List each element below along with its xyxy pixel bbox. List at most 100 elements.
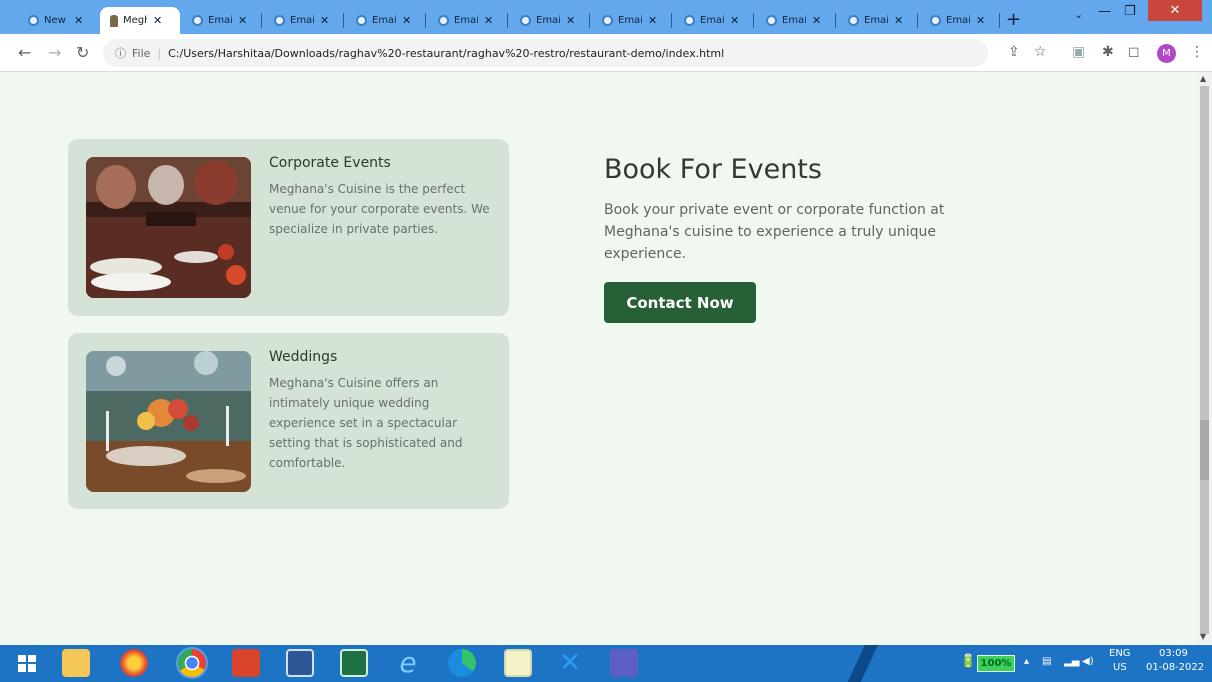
clock-time[interactable]: 03:09 <box>1159 648 1188 659</box>
tab-favicon-icon <box>684 15 695 26</box>
battery-plug-icon[interactable]: 🔋 <box>960 654 976 669</box>
language-label[interactable]: ENG <box>1109 648 1131 659</box>
extensions-puzzle-icon[interactable]: ✱ <box>1102 44 1114 60</box>
address-divider: | <box>157 46 162 60</box>
tab-email[interactable]: Email ✕ <box>838 7 918 34</box>
tab-close-icon[interactable]: ✕ <box>153 14 162 27</box>
tab-meghanas[interactable]: Megh ✕ <box>100 7 180 34</box>
browser-toolbar: ← → ↻ ⓘ File | C:/Users/Harshitaa/Downlo… <box>0 34 1212 72</box>
tab-favicon-icon <box>192 15 203 26</box>
tab-email[interactable]: Email ✕ <box>674 7 754 34</box>
tab-favicon-icon <box>110 14 118 27</box>
network-icon[interactable]: ▤ <box>1042 656 1051 667</box>
tab-title: Email <box>700 15 724 26</box>
taskbar-decoration <box>830 645 900 682</box>
weddings-text: Meghana's Cuisine offers an intimately u… <box>269 376 463 470</box>
tab-close-icon[interactable]: ✕ <box>976 14 985 27</box>
battery-level[interactable]: 100% <box>977 655 1015 672</box>
tab-favicon-icon <box>602 15 613 26</box>
tray-chevron-icon[interactable]: ▴ <box>1024 656 1029 667</box>
page-viewport: Corporate Events Meghana's Cuisine is th… <box>0 72 1197 645</box>
tab-favicon-icon <box>438 15 449 26</box>
tab-email[interactable]: Email ✕ <box>428 7 508 34</box>
tab-title: Email <box>782 15 806 26</box>
chrome-icon[interactable] <box>178 649 206 677</box>
forward-arrow-icon[interactable]: → <box>48 43 61 62</box>
file-explorer-icon[interactable] <box>62 649 90 677</box>
volume-icon[interactable]: ◀) <box>1082 656 1094 667</box>
back-arrow-icon[interactable]: ← <box>18 43 31 62</box>
book-for-events-heading: Book For Events <box>604 154 822 185</box>
weddings-title: Weddings <box>269 349 338 365</box>
corporate-events-text: Meghana's Cuisine is the perfect venue f… <box>269 182 490 236</box>
tab-email[interactable]: Email ✕ <box>182 7 262 34</box>
tab-title: Email <box>372 15 396 26</box>
event-card-corporate: Corporate Events Meghana's Cuisine is th… <box>68 139 509 316</box>
tab-email[interactable]: Email ✕ <box>346 7 426 34</box>
profile-avatar[interactable]: M <box>1157 44 1176 63</box>
tab-close-icon[interactable]: ✕ <box>320 14 329 27</box>
app-red-icon[interactable] <box>232 649 260 677</box>
firefox-icon[interactable] <box>120 649 148 677</box>
scroll-thumb[interactable] <box>1200 420 1209 480</box>
scheme-label: File <box>132 46 151 60</box>
tab-close-icon[interactable]: ✕ <box>402 14 411 27</box>
tab-favicon-icon <box>766 15 777 26</box>
tab-search-chevron-icon[interactable]: ⌄ <box>1074 8 1083 21</box>
minimize-icon[interactable]: — <box>1098 4 1111 19</box>
tab-favicon-icon <box>28 15 39 26</box>
contact-now-button[interactable]: Contact Now <box>604 282 756 323</box>
edge-icon[interactable] <box>448 649 476 677</box>
window-close-icon[interactable]: ✕ <box>1148 0 1202 21</box>
side-panel-icon[interactable]: ◻ <box>1128 44 1140 60</box>
tab-close-icon[interactable]: ✕ <box>74 14 83 27</box>
share-icon[interactable]: ⇪ <box>1008 44 1020 60</box>
tab-title: Megh <box>123 15 147 26</box>
tab-email[interactable]: Email ✕ <box>510 7 590 34</box>
tab-close-icon[interactable]: ✕ <box>484 14 493 27</box>
tab-title: Email <box>618 15 642 26</box>
scroll-up-arrow-icon[interactable]: ▲ <box>1200 74 1206 83</box>
vscode-icon[interactable]: ✕ <box>556 649 584 677</box>
tab-close-icon[interactable]: ✕ <box>238 14 247 27</box>
clock-date[interactable]: 01-08-2022 <box>1146 662 1204 673</box>
tab-email[interactable]: Email ✕ <box>592 7 672 34</box>
tab-email[interactable]: Email ✕ <box>920 7 1000 34</box>
page-scrollbar[interactable]: ▲ ▼ <box>1197 72 1212 645</box>
corporate-event-photo <box>86 157 251 298</box>
signal-icon[interactable]: ▂▄ <box>1064 656 1079 667</box>
tab-close-icon[interactable]: ✕ <box>812 14 821 27</box>
corporate-events-title: Corporate Events <box>269 155 391 171</box>
tab-new[interactable]: New ✕ <box>18 7 98 34</box>
tab-close-icon[interactable]: ✕ <box>648 14 657 27</box>
extension-icon[interactable]: ▣ <box>1072 44 1085 60</box>
tab-close-icon[interactable]: ✕ <box>730 14 739 27</box>
region-label[interactable]: US <box>1113 662 1127 673</box>
info-icon[interactable]: ⓘ <box>115 45 126 61</box>
tab-title: Email <box>536 15 560 26</box>
windows-taskbar: e ✕ 🔋 100% ▴ ▤ ▂▄ ◀) ENG US 03:09 01-08-… <box>0 645 1212 682</box>
internet-explorer-icon[interactable]: e <box>394 649 422 677</box>
tab-favicon-icon <box>520 15 531 26</box>
bookmark-star-icon[interactable]: ☆ <box>1034 44 1047 60</box>
tab-email[interactable]: Email ✕ <box>264 7 344 34</box>
tab-close-icon[interactable]: ✕ <box>566 14 575 27</box>
kebab-menu-icon[interactable]: ⋮ <box>1190 44 1204 60</box>
tab-close-icon[interactable]: ✕ <box>894 14 903 27</box>
scroll-track[interactable] <box>1200 86 1209 634</box>
url-text[interactable]: C:/Users/Harshitaa/Downloads/raghav%20-r… <box>168 47 724 60</box>
notepad-icon[interactable] <box>504 649 532 677</box>
reload-icon[interactable]: ↻ <box>76 43 89 62</box>
scroll-down-arrow-icon[interactable]: ▼ <box>1200 632 1206 641</box>
tab-title: Email <box>208 15 232 26</box>
restore-icon[interactable]: ❐ <box>1124 4 1136 19</box>
browser-tab-strip: New ✕ Megh ✕ Email ✕ Email ✕ Email ✕ Ema… <box>0 0 1212 34</box>
wedding-photo <box>86 351 251 492</box>
tab-email[interactable]: Email ✕ <box>756 7 836 34</box>
excel-icon[interactable] <box>340 649 368 677</box>
windows-start-icon[interactable] <box>18 655 36 672</box>
new-tab-plus-icon[interactable]: + <box>1006 9 1021 30</box>
teams-icon[interactable] <box>610 649 638 677</box>
address-bar[interactable]: ⓘ File | C:/Users/Harshitaa/Downloads/ra… <box>103 39 988 67</box>
word-icon[interactable] <box>286 649 314 677</box>
